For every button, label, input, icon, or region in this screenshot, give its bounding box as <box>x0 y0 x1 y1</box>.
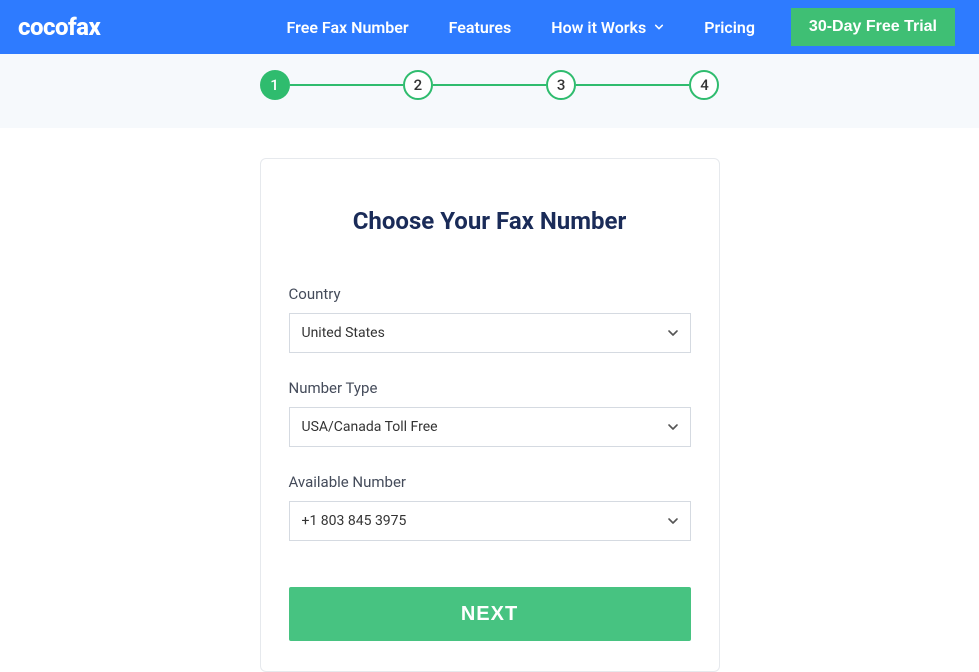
available-number-select[interactable]: +1 803 845 3975 <box>289 501 691 541</box>
nav-how-it-works[interactable]: How it Works <box>551 18 664 37</box>
step-3[interactable]: 3 <box>546 70 576 100</box>
chevron-down-icon <box>654 22 664 32</box>
country-select[interactable]: United States <box>289 313 691 353</box>
step-2[interactable]: 2 <box>403 70 433 100</box>
nav-free-fax-number[interactable]: Free Fax Number <box>287 18 409 37</box>
nav: Free Fax Number Features How it Works Pr… <box>287 18 755 37</box>
page-title: Choose Your Fax Number <box>289 207 691 235</box>
stepper-band: 1 2 3 4 <box>0 54 979 128</box>
header: cocofax Free Fax Number Features How it … <box>0 0 979 54</box>
available-number-select-wrap: +1 803 845 3975 <box>289 501 691 541</box>
stepper: 1 2 3 4 <box>260 70 720 100</box>
form-card: Choose Your Fax Number Country United St… <box>260 158 720 672</box>
number-type-select[interactable]: USA/Canada Toll Free <box>289 407 691 447</box>
country-field: Country United States <box>289 285 691 353</box>
number-type-label: Number Type <box>289 379 691 397</box>
number-type-select-wrap: USA/Canada Toll Free <box>289 407 691 447</box>
nav-pricing[interactable]: Pricing <box>704 18 755 37</box>
logo[interactable]: cocofax <box>18 13 100 41</box>
available-number-field: Available Number +1 803 845 3975 <box>289 473 691 541</box>
step-line <box>433 84 546 86</box>
free-trial-button[interactable]: 30-Day Free Trial <box>791 8 955 46</box>
available-number-label: Available Number <box>289 473 691 491</box>
nav-features[interactable]: Features <box>449 18 512 37</box>
country-label: Country <box>289 285 691 303</box>
nav-how-it-works-label: How it Works <box>551 18 646 37</box>
step-line <box>576 84 689 86</box>
next-button[interactable]: NEXT <box>289 587 691 641</box>
step-4[interactable]: 4 <box>689 70 719 100</box>
step-1[interactable]: 1 <box>260 70 290 100</box>
country-select-wrap: United States <box>289 313 691 353</box>
number-type-field: Number Type USA/Canada Toll Free <box>289 379 691 447</box>
step-line <box>290 84 403 86</box>
